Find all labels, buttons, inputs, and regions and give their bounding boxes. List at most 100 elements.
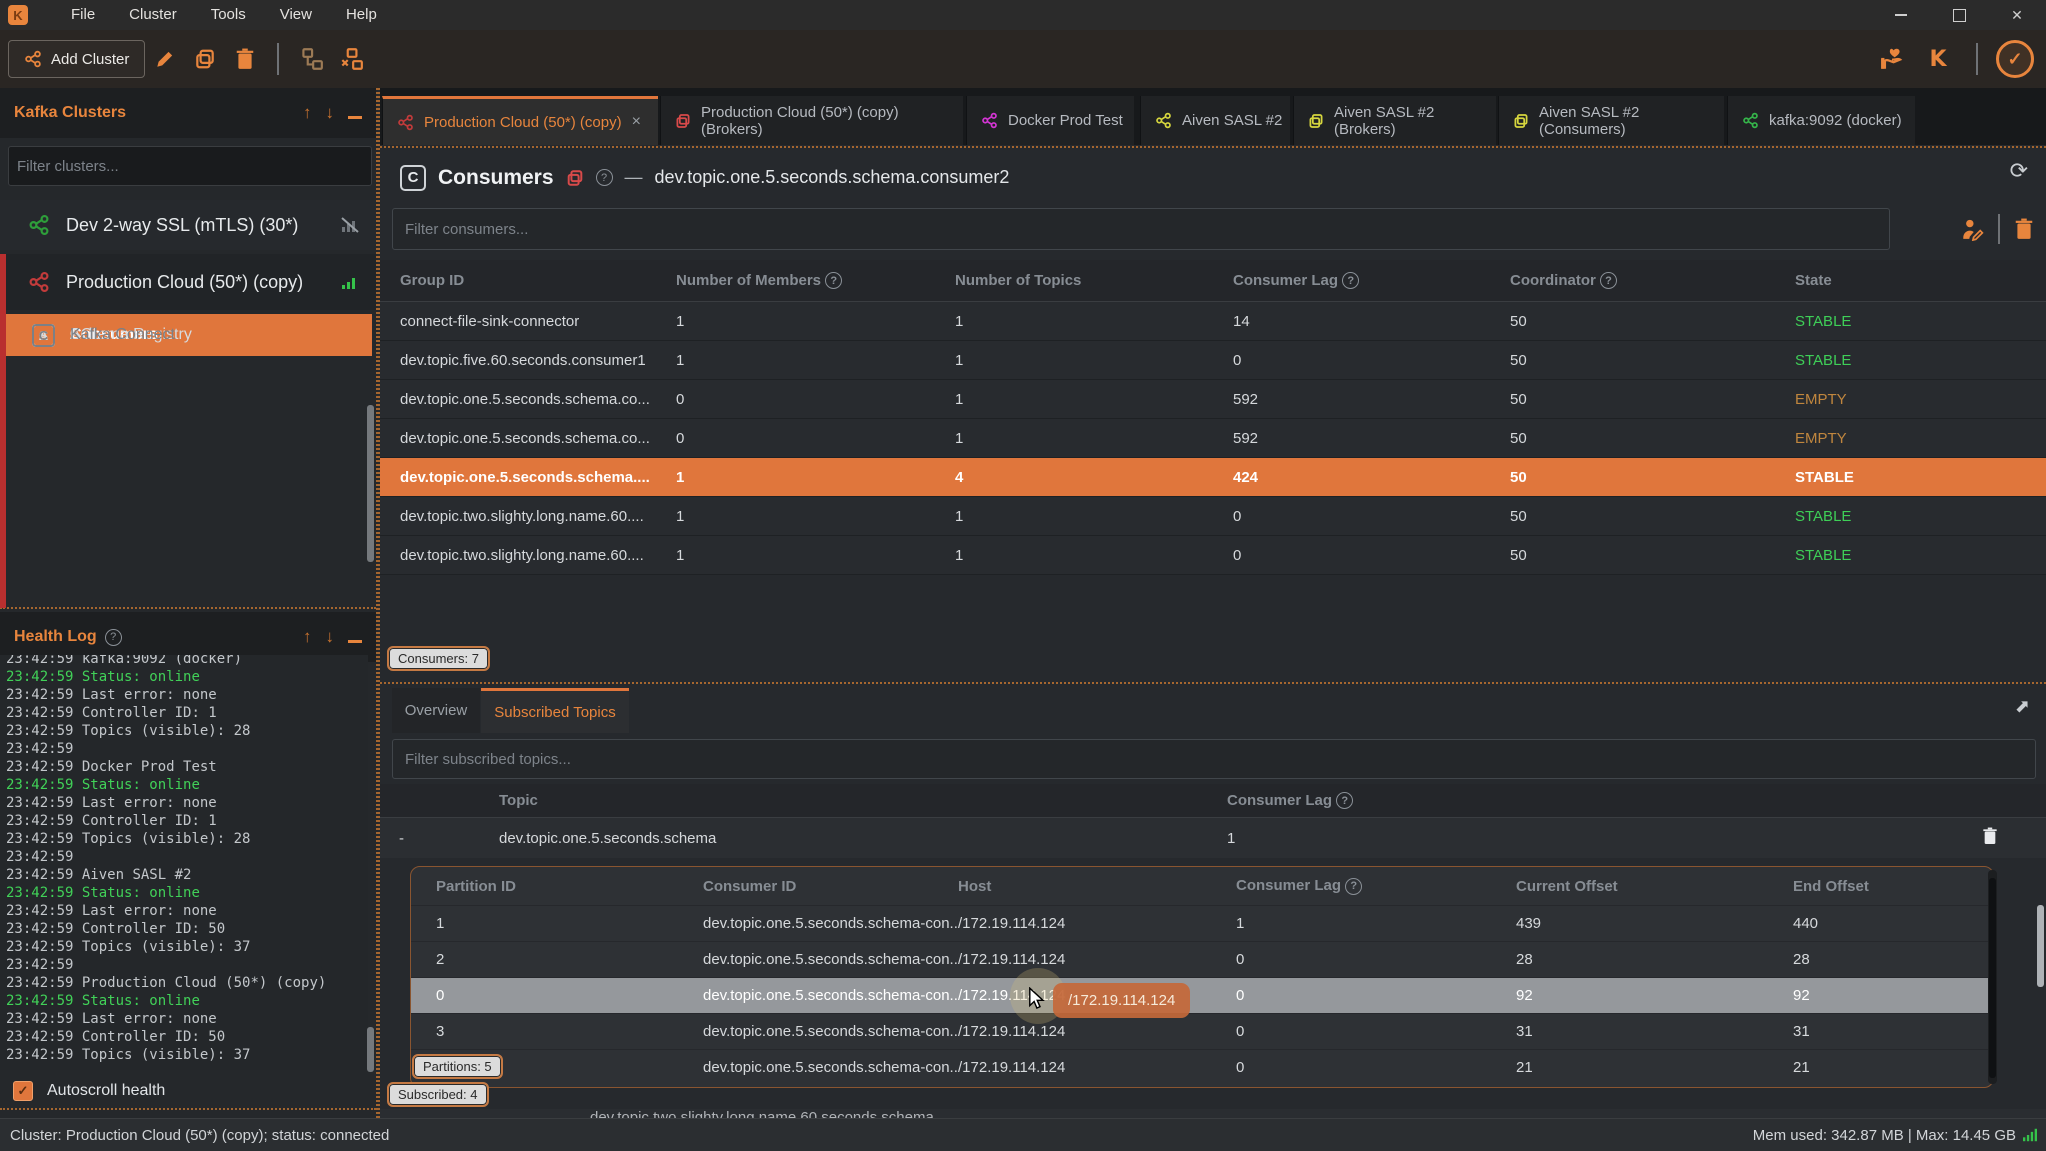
column-header[interactable]: Number of Members <box>676 272 955 290</box>
partition-row[interactable]: 2 dev.topic.one.5.seconds.schema-con... … <box>411 941 1993 977</box>
topic-column-header[interactable]: Topic <box>499 792 1227 809</box>
column-header[interactable]: Current Offset <box>1516 878 1793 895</box>
minimize-button[interactable] <box>1872 0 1930 30</box>
content-tab[interactable]: Production Cloud (50*) (copy) (Brokers) <box>660 96 963 145</box>
health-check-icon[interactable]: ✓ <box>1996 40 2034 78</box>
autoscroll-checkbox[interactable]: ✓ <box>13 1081 33 1101</box>
lag-cell: 424 <box>1233 469 1510 486</box>
content-tab[interactable]: kafka:9092 (docker) <box>1727 96 1915 145</box>
column-header[interactable]: State <box>1795 272 2046 289</box>
topics-cell: 1 <box>955 547 1233 564</box>
menu-item[interactable]: File <box>54 0 112 30</box>
maximize-button[interactable] <box>1930 0 1988 30</box>
content-tab[interactable]: Aiven SASL #2 (Brokers) <box>1293 96 1496 145</box>
menu-item[interactable]: Help <box>329 0 394 30</box>
consumer-row[interactable]: dev.topic.one.5.seconds.schema.... 1 4 4… <box>380 458 2046 497</box>
connect-cluster-button[interactable] <box>291 39 331 79</box>
partitions-scrollbar-thumb[interactable] <box>1989 878 1996 1078</box>
disconnect-cluster-button[interactable] <box>331 39 371 79</box>
column-header[interactable]: Coordinator <box>1510 272 1795 290</box>
page-title: Consumers <box>438 166 554 190</box>
memory-usage-text: Mem used: 342.87 MB | Max: 14.45 GB <box>1753 1127 2038 1144</box>
coordinator-cell: 50 <box>1510 547 1795 564</box>
lag-column-header[interactable]: Consumer Lag <box>1227 792 2046 810</box>
collapse-expander[interactable]: - <box>399 830 499 847</box>
edit-consumer-button[interactable] <box>1960 217 1984 241</box>
sidebar-scrollbar[interactable] <box>367 405 374 562</box>
clipped-topic-row: dev.topic.two.slighty.long.name.60.secon… <box>380 1109 2046 1118</box>
content-tab[interactable]: Production Cloud (50*) (copy) × <box>382 96 658 145</box>
column-header[interactable]: End Offset <box>1793 878 1993 895</box>
column-header[interactable]: Host <box>958 878 1236 895</box>
consumer-id-cell: dev.topic.one.5.seconds.schema-con... <box>703 1059 958 1076</box>
menu-item[interactable]: View <box>263 0 329 30</box>
topic-row[interactable]: - dev.topic.one.5.seconds.schema 1 <box>380 818 2046 858</box>
partition-row[interactable]: 1 dev.topic.one.5.seconds.schema-con... … <box>411 905 1993 941</box>
person-edit-icon <box>1973 231 1982 240</box>
delete-cluster-button[interactable] <box>225 39 265 79</box>
state-badge: STABLE <box>1795 469 2046 486</box>
move-up-icon[interactable]: ↑ <box>303 103 312 123</box>
state-badge: STABLE <box>1795 547 2046 564</box>
filter-subscribed-topics-input[interactable] <box>392 739 2036 779</box>
health-log-line: 23:42:59 Topics (visible): 37 <box>6 938 368 956</box>
tab-close-icon[interactable]: × <box>632 113 641 131</box>
delete-consumer-button[interactable] <box>2014 218 2034 240</box>
collapse-panel-icon[interactable] <box>348 640 362 643</box>
cluster-item-production-cloud[interactable]: Production Cloud (50*) (copy) <box>0 254 376 310</box>
coordinator-cell: 50 <box>1510 508 1795 525</box>
tab-overview[interactable]: Overview <box>392 688 480 733</box>
column-header[interactable]: Partition ID <box>436 878 703 895</box>
donate-button[interactable] <box>1872 39 1912 79</box>
health-log-scrollbar[interactable] <box>367 1027 374 1072</box>
column-header[interactable]: Consumer Lag <box>1233 272 1510 290</box>
consumer-row[interactable]: dev.topic.one.5.seconds.schema.co... 0 1… <box>380 419 2046 458</box>
consumer-row[interactable]: dev.topic.one.5.seconds.schema.co... 0 1… <box>380 380 2046 419</box>
health-log[interactable]: 23:42:59 kafka:9092 (docker) 23:42:59 St… <box>0 655 368 1070</box>
content-tab[interactable]: Aiven SASL #2 (Consumers) <box>1498 96 1724 145</box>
delete-topic-button[interactable] <box>1982 826 1998 846</box>
tab-subscribed-topics[interactable]: Subscribed Topics <box>481 688 629 733</box>
column-header[interactable]: Group ID <box>400 272 676 289</box>
move-down-icon[interactable]: ↓ <box>326 627 335 647</box>
partition-id-cell: 0 <box>436 987 703 1004</box>
edit-cluster-button[interactable] <box>145 39 185 79</box>
cluster-item-dev-ssl[interactable]: Dev 2-way SSL (mTLS) (30*) <box>0 200 376 250</box>
consumer-row[interactable]: dev.topic.five.60.seconds.consumer1 1 1 … <box>380 341 2046 380</box>
host-cell: /172.19.114.124 <box>958 915 1236 932</box>
consumer-row[interactable]: dev.topic.two.slighty.long.name.60.... 1… <box>380 497 2046 536</box>
copy-icon[interactable] <box>566 169 584 187</box>
column-header[interactable]: Number of Topics <box>955 272 1233 289</box>
lag-cell: 0 <box>1236 951 1516 968</box>
autoscroll-label: Autoscroll health <box>47 1082 165 1100</box>
add-cluster-button[interactable]: Add Cluster <box>8 40 145 78</box>
partitions-rows: 1 dev.topic.one.5.seconds.schema-con... … <box>411 905 1993 1085</box>
content-tab[interactable]: Aiven SASL #2 <box>1140 96 1290 145</box>
copy-cluster-button[interactable] <box>185 39 225 79</box>
panel-scrollbar-thumb[interactable] <box>2037 905 2044 987</box>
partition-row[interactable]: dev.topic.one.5.seconds.schema-con... /1… <box>411 1049 1993 1085</box>
move-up-icon[interactable]: ↑ <box>303 627 312 647</box>
consumer-row[interactable]: dev.topic.two.slighty.long.name.60.... 1… <box>380 536 2046 575</box>
filter-clusters-input[interactable] <box>8 146 372 186</box>
partition-row[interactable]: 0 dev.topic.one.5.seconds.schema-con... … <box>411 977 1993 1013</box>
copy-icon <box>194 48 216 70</box>
column-header[interactable]: Consumer Lag <box>1236 877 1516 895</box>
content-tab[interactable]: Docker Prod Test <box>966 96 1134 145</box>
collapse-panel-icon[interactable] <box>348 116 362 119</box>
consumer-row[interactable]: connect-file-sink-connector 1 1 14 50 ST… <box>380 302 2046 341</box>
health-log-line: 23:42:59 Last error: none <box>6 686 368 704</box>
expand-panel-icon[interactable]: ⬈ <box>2015 696 2030 717</box>
current-offset-cell: 92 <box>1516 987 1793 1004</box>
status-bar: Cluster: Production Cloud (50*) (copy); … <box>0 1118 2046 1151</box>
refresh-button[interactable]: ⟳ <box>2010 158 2028 184</box>
column-header[interactable]: Consumer ID <box>703 878 958 895</box>
menu-item[interactable]: Tools <box>194 0 263 30</box>
sidebar-nav-item[interactable]: C Kafka Connect <box>6 314 372 356</box>
filter-consumers-input[interactable] <box>392 208 1890 250</box>
move-down-icon[interactable]: ↓ <box>326 103 335 123</box>
close-button[interactable]: ✕ <box>1988 0 2046 30</box>
menu-item[interactable]: Cluster <box>112 0 194 30</box>
partition-row[interactable]: 3 dev.topic.one.5.seconds.schema-con... … <box>411 1013 1993 1049</box>
cluster-name: Production Cloud (50*) (copy) <box>66 272 303 293</box>
